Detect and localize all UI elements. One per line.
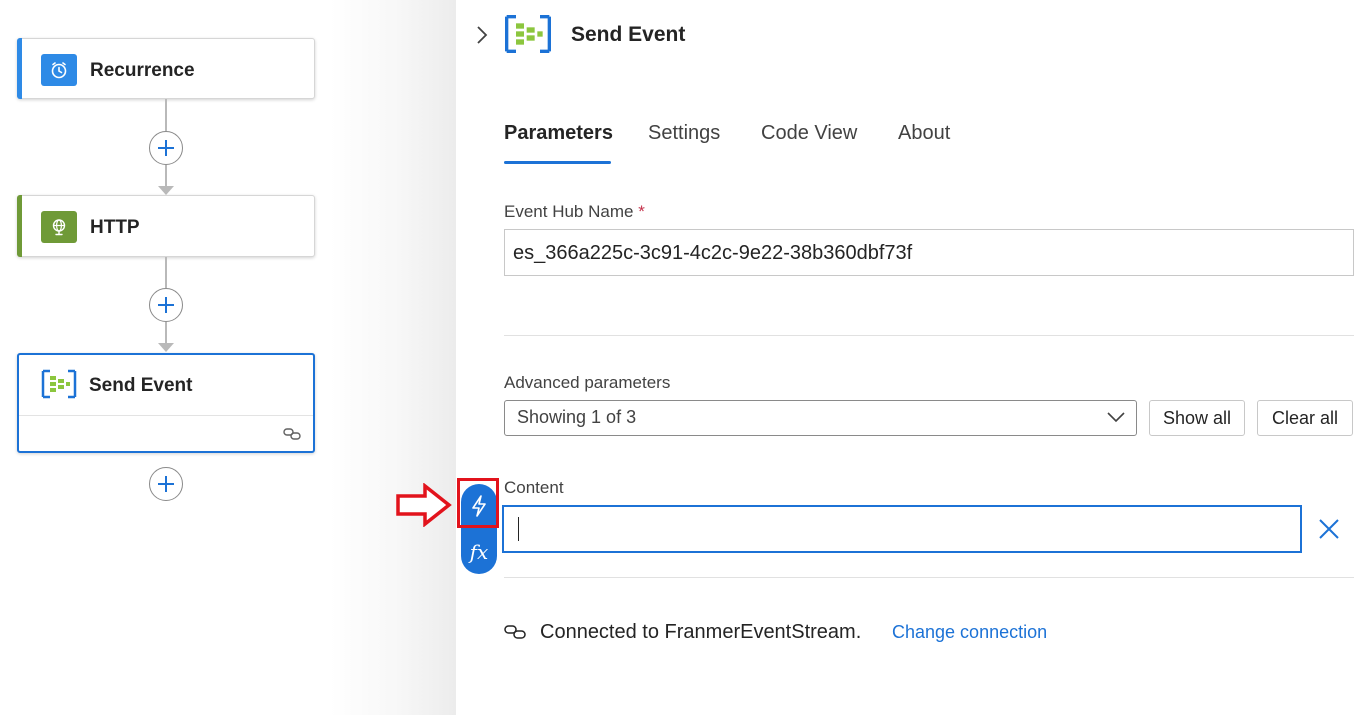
clear-all-button[interactable]: Clear all	[1257, 400, 1353, 436]
globe-icon	[41, 211, 77, 243]
event-hub-label: Event Hub Name *	[504, 202, 645, 222]
connector-arrowhead	[158, 186, 174, 195]
node-accent	[17, 195, 22, 257]
recurrence-node[interactable]: Recurrence	[17, 38, 315, 99]
eventstream-icon	[504, 10, 552, 63]
expression-editor-button[interactable]: fx	[461, 530, 497, 574]
close-icon	[1319, 519, 1339, 539]
content-input[interactable]	[502, 505, 1302, 553]
tab-about[interactable]: About	[898, 122, 950, 145]
clock-icon	[41, 54, 77, 86]
required-indicator: *	[638, 202, 645, 221]
section-divider	[504, 577, 1354, 578]
connector-line	[165, 257, 167, 288]
change-connection-link[interactable]: Change connection	[892, 622, 1047, 643]
connector-line	[165, 99, 167, 131]
plus-icon	[158, 297, 174, 313]
eventstream-icon	[41, 368, 77, 400]
fx-icon: fx	[469, 540, 489, 564]
plus-icon	[158, 476, 174, 492]
node-title: Recurrence	[90, 60, 195, 81]
tab-settings[interactable]: Settings	[648, 122, 720, 145]
connection-status: Connected to FranmerEventStream.	[540, 621, 862, 643]
add-step-button[interactable]	[149, 131, 183, 165]
node-divider	[19, 415, 313, 416]
send-event-node[interactable]: Send Event	[17, 353, 315, 453]
show-all-button[interactable]: Show all	[1149, 400, 1245, 436]
chevron-down-icon	[1107, 412, 1125, 423]
content-label: Content	[504, 478, 564, 497]
tab-code-view[interactable]: Code View	[761, 122, 857, 145]
callout-arrow-icon	[395, 482, 453, 532]
add-step-button[interactable]	[149, 288, 183, 322]
advanced-parameters-label: Advanced parameters	[504, 373, 671, 392]
panel-title: Send Event	[571, 23, 686, 46]
connection-link-icon[interactable]	[283, 427, 301, 446]
tab-parameters[interactable]: Parameters	[504, 122, 613, 145]
section-divider	[504, 335, 1354, 336]
connector-line	[165, 322, 167, 344]
connector-line	[165, 165, 167, 187]
http-node[interactable]: HTTP	[17, 195, 315, 257]
workflow-canvas: Recurrence HTTP Send Event	[0, 0, 456, 715]
active-tab-indicator	[504, 161, 611, 164]
node-title: Send Event	[89, 375, 193, 396]
connection-link-icon	[504, 624, 526, 645]
advanced-parameters-dropdown[interactable]: Showing 1 of 3	[504, 400, 1137, 436]
advanced-parameters-value: Showing 1 of 3	[517, 407, 637, 427]
chevron-right-icon	[477, 26, 488, 44]
node-accent	[17, 38, 22, 99]
action-details-panel: Send Event Parameters Settings Code View…	[456, 0, 1358, 715]
clear-content-button[interactable]	[1316, 514, 1342, 544]
collapse-panel-button[interactable]	[472, 22, 492, 48]
text-caret	[518, 517, 519, 541]
add-step-button[interactable]	[149, 467, 183, 501]
plus-icon	[158, 140, 174, 156]
highlight-box	[457, 478, 499, 528]
event-hub-name-input[interactable]: es_366a225c-3c91-4c2c-9e22-38b360dbf73f	[504, 229, 1354, 276]
node-title: HTTP	[90, 217, 140, 238]
event-hub-label-text: Event Hub Name	[504, 202, 634, 221]
connector-arrowhead	[158, 343, 174, 352]
